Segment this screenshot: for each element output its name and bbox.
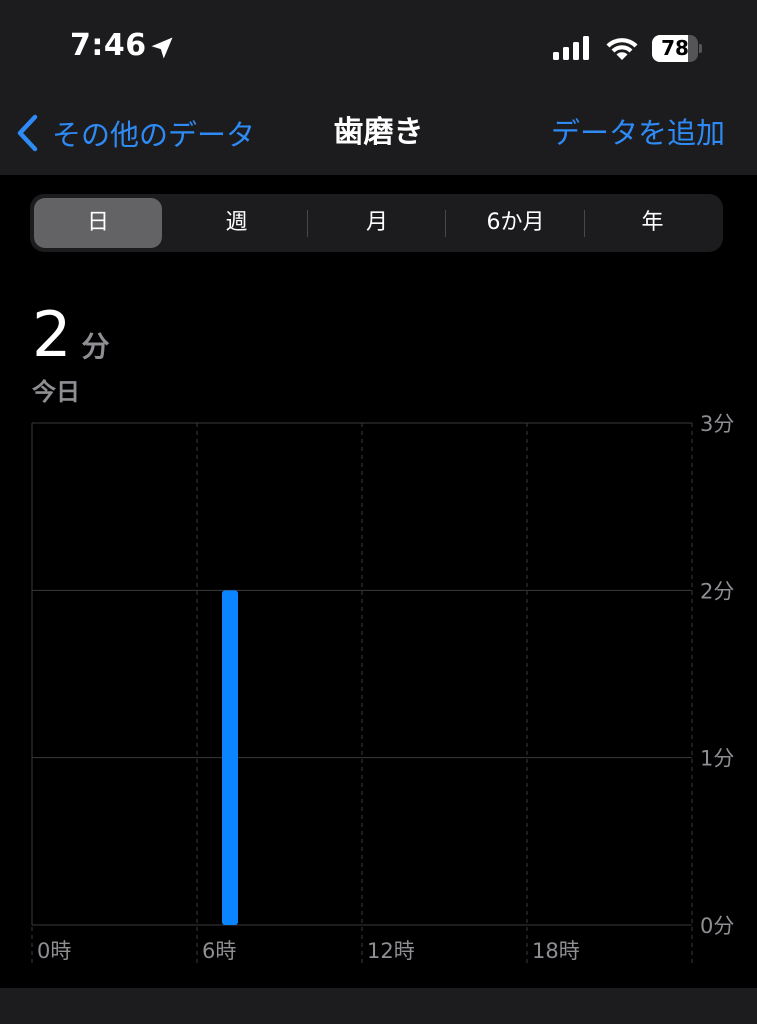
back-button-label: その他のデータ [52,118,256,152]
segment-six-months[interactable]: 6か月 [447,198,584,248]
y-tick-label: 3分 [700,412,734,436]
navigation-bar: その他のデータ 歯磨き データを追加 [0,100,757,175]
chevron-left-icon [17,114,38,152]
add-data-button[interactable]: データを追加 [551,108,725,158]
segment-divider [445,210,446,237]
x-tick-label: 0時 [37,939,71,963]
segment-day[interactable]: 日 [34,198,162,248]
summary-unit: 分 [81,330,110,363]
segment-year[interactable]: 年 [586,198,719,248]
x-tick-label: 12時 [367,939,415,963]
segment-divider [307,210,308,237]
back-button[interactable]: その他のデータ [16,108,255,158]
cellular-signal-icon [553,36,589,60]
segment-divider [584,210,585,237]
y-tick-label: 2分 [700,579,734,603]
bottom-section [0,988,757,1024]
battery-indicator: 78 [652,35,702,62]
battery-level: 78 [661,36,689,60]
bar-chart[interactable]: 0分 1分 2分 3分 0時 6時 12時 18時 [0,400,757,980]
status-time: 7:46 [70,28,147,63]
x-tick-label: 6時 [202,939,236,963]
summary-value: 2 分 [32,298,109,371]
summary-number: 2 [32,298,72,371]
wifi-icon [606,38,638,60]
x-tick-label: 18時 [532,939,580,963]
y-tick-label: 0分 [700,914,734,938]
segment-week[interactable]: 週 [168,198,305,248]
battery-cap [699,44,702,53]
y-tick-label: 1分 [700,747,734,771]
segment-month[interactable]: 月 [309,198,445,248]
period-segmented-control: 日 週 月 6か月 年 [30,194,723,252]
status-bar: 7:46 78 [0,0,757,100]
data-bar [222,590,238,925]
location-arrow-icon [151,37,173,59]
